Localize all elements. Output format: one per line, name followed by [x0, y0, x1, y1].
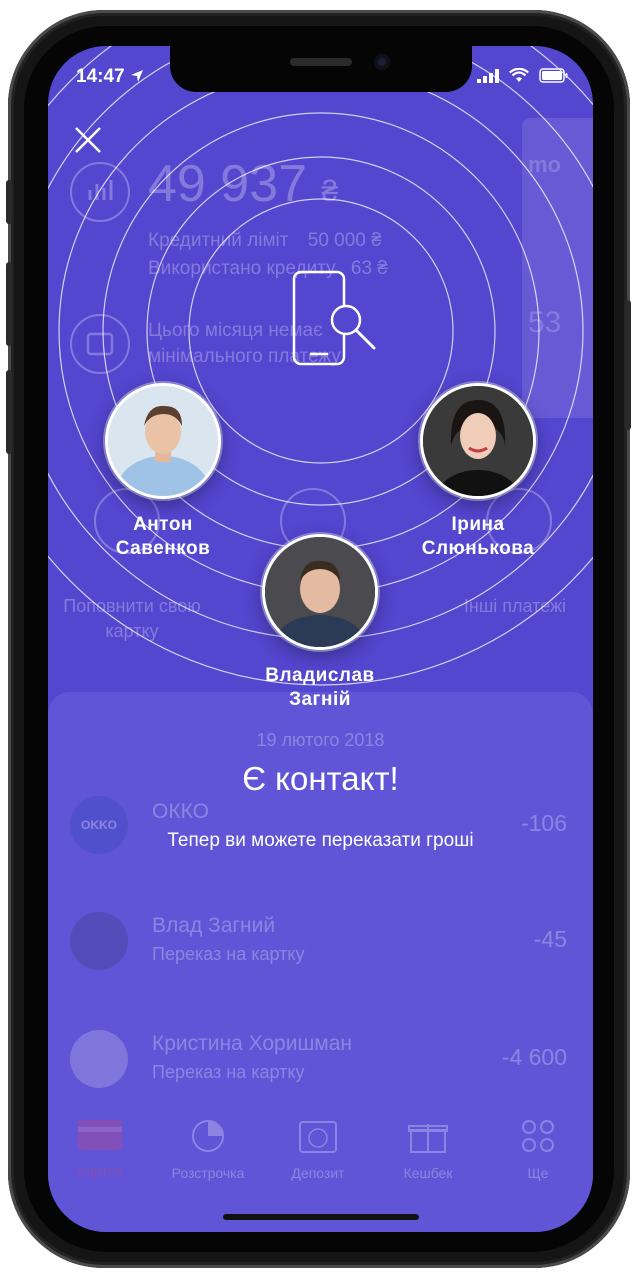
- status-time: 14:47: [76, 66, 144, 88]
- signal-icon: [477, 68, 499, 83]
- contact-found-message: Тепер ви можете переказати гроші: [167, 830, 474, 851]
- wifi-icon: [509, 68, 529, 82]
- notch: [170, 46, 472, 92]
- phone-search-icon: [292, 270, 376, 366]
- status-indicators: [477, 68, 569, 83]
- avatar: [420, 383, 536, 499]
- location-arrow-icon: [130, 70, 143, 82]
- avatar: [262, 534, 378, 650]
- front-camera: [374, 54, 390, 70]
- home-indicator[interactable]: [223, 1214, 419, 1220]
- contact-found-headline: Є контакт!: [242, 760, 399, 797]
- avatar: [105, 383, 221, 499]
- volume-up-button: [6, 262, 12, 346]
- volume-down-button: [6, 370, 12, 454]
- mute-switch: [6, 180, 12, 224]
- speaker: [290, 58, 352, 66]
- contact-anton[interactable]: Антон Савенков: [88, 383, 238, 561]
- close-icon[interactable]: [72, 124, 104, 156]
- app-screen: 49 937 ₴ Кредитний ліміт 50 000 ₴ Викори…: [48, 46, 593, 1232]
- contact-iryna[interactable]: Ірина Слюнькова: [403, 383, 553, 561]
- contact-name: Ірина Слюнькова: [421, 514, 535, 559]
- power-button: [625, 300, 631, 430]
- contact-name: Владислав Загній: [265, 665, 375, 710]
- contact-name: Антон Савенков: [115, 514, 211, 559]
- contact-vladyslav[interactable]: Владислав Загній: [240, 534, 400, 712]
- battery-icon: [539, 68, 568, 83]
